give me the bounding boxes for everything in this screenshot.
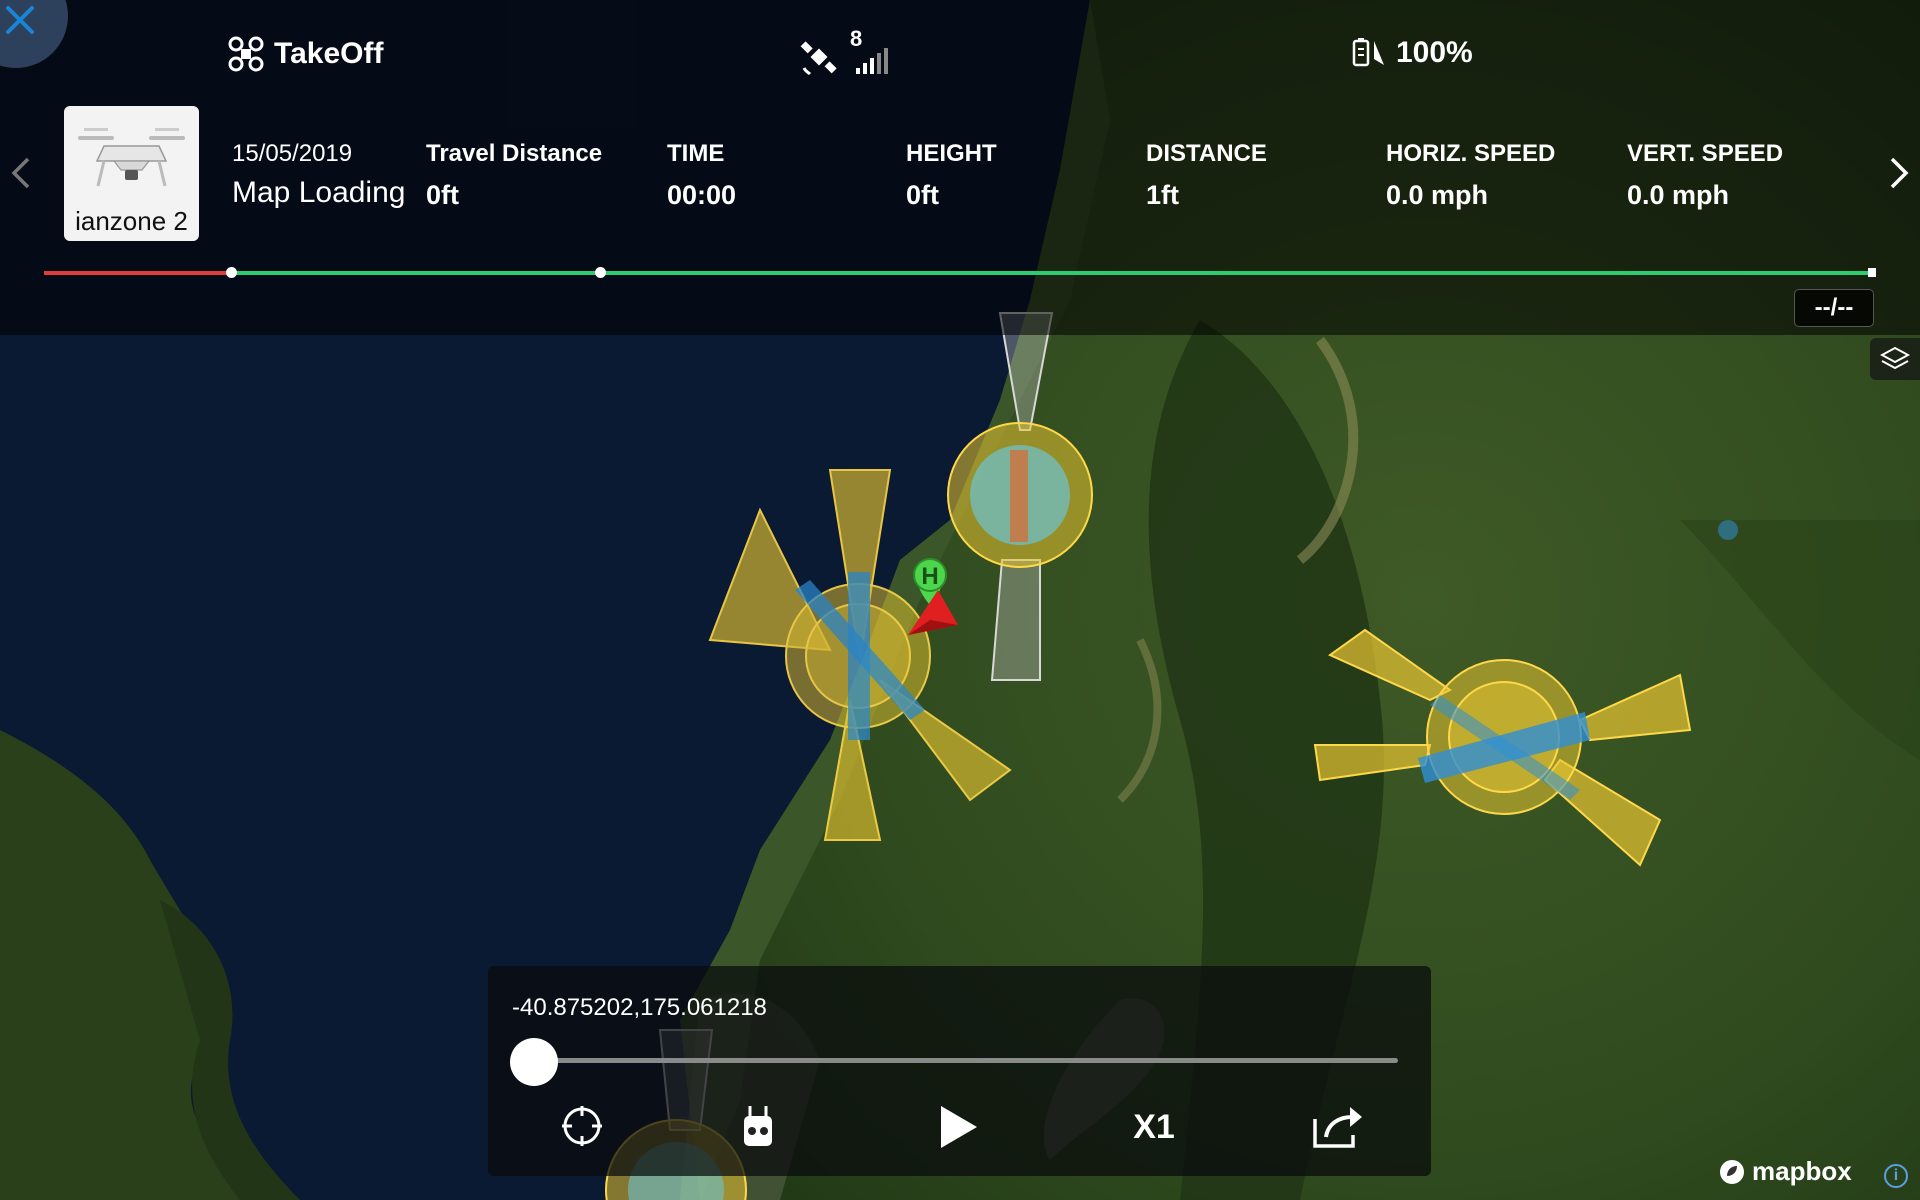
stat-travel-distance: Travel Distance 0ft [426, 140, 602, 211]
remote-controller-view-button[interactable] [738, 1102, 778, 1150]
battery-status: 100% [1352, 36, 1473, 70]
stat-height: HEIGHT 0ft [906, 140, 997, 211]
crosshair-icon [562, 1106, 602, 1146]
previous-flight-button[interactable] [8, 156, 34, 195]
playback-slider-track[interactable] [538, 1058, 1398, 1063]
drone-thumbnail-icon [78, 128, 185, 187]
playback-speed-button[interactable]: X1 [1124, 1102, 1184, 1152]
signal-strength-icon [856, 48, 888, 74]
playback-panel: -40.875202,175.061218 X1 [488, 966, 1431, 1176]
satellite-icon [800, 41, 837, 76]
gps-status: 8 [800, 26, 900, 76]
timeline-time-chip: --/-- [1794, 289, 1874, 327]
stat-label: DISTANCE [1146, 140, 1267, 167]
home-marker-label: H [921, 563, 938, 590]
stat-value: 0ft [906, 180, 939, 210]
mapbox-logo-icon [1720, 1159, 1744, 1184]
stat-label: HEIGHT [906, 140, 997, 167]
aircraft-card[interactable]: ianzone 2 [64, 106, 199, 241]
stat-vertical-speed: VERT. SPEED 0.0 mph [1627, 140, 1783, 211]
stat-value: 0ft [426, 180, 459, 210]
flight-date: 15/05/2019 [232, 140, 353, 167]
play-icon [941, 1106, 977, 1148]
stat-time: TIME 00:00 [667, 140, 736, 211]
close-icon [6, 6, 34, 34]
stat-distance: DISTANCE 1ft [1146, 140, 1267, 211]
timeline-remaining-segment [231, 271, 1874, 275]
flight-title: Map Loading [232, 176, 406, 209]
map-layers-button[interactable] [1870, 338, 1920, 380]
timeline-marker[interactable] [226, 267, 237, 278]
coordinates-readout: -40.875202,175.061218 [512, 994, 767, 1021]
flight-summary: 15/05/2019 Map Loading [232, 140, 405, 210]
stat-label: Travel Distance [426, 140, 603, 167]
flight-mode-status: TakeOff [228, 36, 383, 72]
flight-timeline[interactable] [44, 267, 1876, 278]
share-icon [1313, 1107, 1362, 1148]
stat-horizontal-speed: HORIZ. SPEED 0.0 mph [1386, 140, 1555, 211]
mapbox-label: mapbox [1752, 1156, 1852, 1186]
remote-battery-icon [1352, 38, 1384, 67]
battery-percentage: 100% [1396, 36, 1473, 69]
flight-mode-label: TakeOff [274, 37, 384, 70]
remote-controller-icon [744, 1106, 772, 1146]
stat-label: VERT. SPEED [1627, 140, 1784, 167]
aircraft-name: ianzone 2 [75, 206, 188, 236]
playback-slider-thumb[interactable] [510, 1038, 558, 1086]
stat-value: 00:00 [667, 180, 737, 210]
next-flight-button[interactable] [1886, 156, 1912, 195]
stat-value: 1ft [1146, 180, 1179, 210]
stat-value: 0.0 mph [1627, 180, 1730, 210]
stat-label: HORIZ. SPEED [1386, 140, 1556, 167]
chevron-left-icon [11, 157, 30, 189]
info-icon[interactable]: i [1884, 1164, 1908, 1188]
recenter-button[interactable] [558, 1102, 606, 1150]
timeline-end-marker [1868, 268, 1876, 277]
share-button[interactable] [1310, 1102, 1366, 1152]
drone-icon [228, 36, 264, 72]
mapbox-attribution[interactable]: mapbox [1718, 1156, 1852, 1187]
timeline-elapsed-segment [44, 271, 231, 275]
play-button[interactable] [934, 1102, 984, 1152]
timeline-marker[interactable] [595, 267, 606, 278]
stat-value: 0.0 mph [1386, 180, 1489, 210]
stat-label: TIME [667, 140, 725, 167]
layers-icon [1880, 346, 1910, 370]
chevron-right-icon [1890, 157, 1909, 189]
